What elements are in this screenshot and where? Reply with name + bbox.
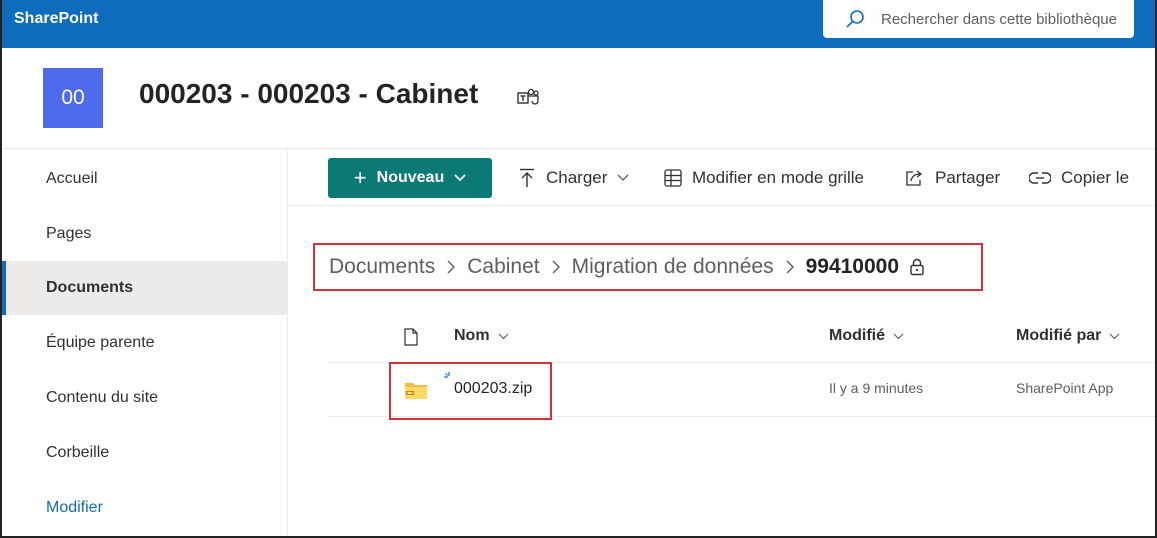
- modified-by-cell: SharePoint App: [1016, 380, 1114, 396]
- column-header-name[interactable]: Nom: [454, 327, 509, 345]
- share-label: Partager: [935, 168, 1001, 187]
- lock-icon[interactable]: [909, 258, 925, 276]
- site-header: 00 000203 - 000203 - Cabinet: [2, 48, 1155, 149]
- chevron-down-icon: [1109, 333, 1120, 339]
- upload-button[interactable]: Charger: [518, 158, 639, 198]
- copy-link-button[interactable]: Copier le: [1029, 158, 1129, 198]
- command-bar: + Nouveau Charger Modifier en mode grill…: [288, 150, 1155, 206]
- upload-label: Charger: [546, 168, 608, 187]
- chevron-right-icon: [786, 260, 794, 274]
- share-icon: [906, 170, 923, 186]
- search-icon: [846, 10, 864, 28]
- search-box[interactable]: Rechercher dans cette bibliothèque: [823, 0, 1134, 38]
- grid-edit-label: Modifier en mode grille: [692, 168, 864, 187]
- nav-item-pages[interactable]: Pages: [2, 207, 287, 261]
- breadcrumb: Documents Cabinet Migration de données 9…: [329, 254, 925, 280]
- new-button-label: Nouveau: [376, 169, 445, 186]
- new-button[interactable]: + Nouveau: [328, 158, 492, 198]
- nav-item-documents[interactable]: Documents: [2, 261, 287, 315]
- breadcrumb-item-migration[interactable]: Migration de données: [572, 255, 774, 279]
- chevron-down-icon: [498, 333, 508, 339]
- copy-link-label: Copier le: [1061, 168, 1130, 187]
- column-label-modified: Modifié: [829, 327, 885, 344]
- nav-item-corbeille[interactable]: Corbeille: [2, 426, 287, 480]
- grid-edit-button[interactable]: Modifier en mode grille: [664, 158, 864, 198]
- upload-icon: [520, 168, 534, 187]
- link-icon: [1029, 172, 1051, 184]
- share-button[interactable]: Partager: [905, 158, 1000, 198]
- suite-bar: SharePoint Rechercher dans cette bibliot…: [2, 0, 1155, 48]
- grid-icon: [664, 169, 682, 187]
- site-logo[interactable]: 00: [43, 68, 103, 128]
- modified-cell: Il y a 9 minutes: [829, 380, 924, 396]
- plus-icon: +: [353, 165, 367, 190]
- nav-edit-link[interactable]: Modifier: [2, 481, 287, 535]
- teams-icon[interactable]: [517, 88, 539, 106]
- breadcrumb-item-documents[interactable]: Documents: [329, 255, 435, 279]
- app-frame: SharePoint Rechercher dans cette bibliot…: [0, 0, 1157, 538]
- chevron-right-icon: [447, 260, 456, 274]
- nav-item-contenu-du-site[interactable]: Contenu du site: [2, 371, 287, 425]
- list-header: Nom Modifié Modifié par: [328, 310, 1155, 363]
- column-header-modified[interactable]: Modifié: [829, 327, 904, 345]
- file-type-icon[interactable]: [404, 328, 418, 346]
- left-navigation: Accueil Pages Documents Équipe parente C…: [2, 150, 288, 536]
- chevron-down-icon: [893, 333, 904, 339]
- highlight-box-file: [389, 362, 552, 420]
- breadcrumb-current-folder: 99410000: [805, 255, 900, 278]
- chevron-down-icon: [617, 174, 629, 181]
- site-title[interactable]: 000203 - 000203 - Cabinet: [139, 78, 478, 110]
- chevron-down-icon: [454, 174, 466, 182]
- column-label-name: Nom: [454, 327, 490, 344]
- search-input[interactable]: Rechercher dans cette bibliothèque: [881, 11, 1117, 28]
- nav-item-accueil[interactable]: Accueil: [2, 152, 287, 206]
- column-label-modified-by: Modifié par: [1016, 327, 1102, 344]
- chevron-right-icon: [552, 260, 560, 274]
- breadcrumb-item-cabinet[interactable]: Cabinet: [467, 255, 539, 279]
- column-header-modified-by[interactable]: Modifié par: [1016, 327, 1120, 345]
- app-brand[interactable]: SharePoint: [14, 10, 98, 28]
- nav-item-equipe-parente[interactable]: Équipe parente: [2, 316, 287, 370]
